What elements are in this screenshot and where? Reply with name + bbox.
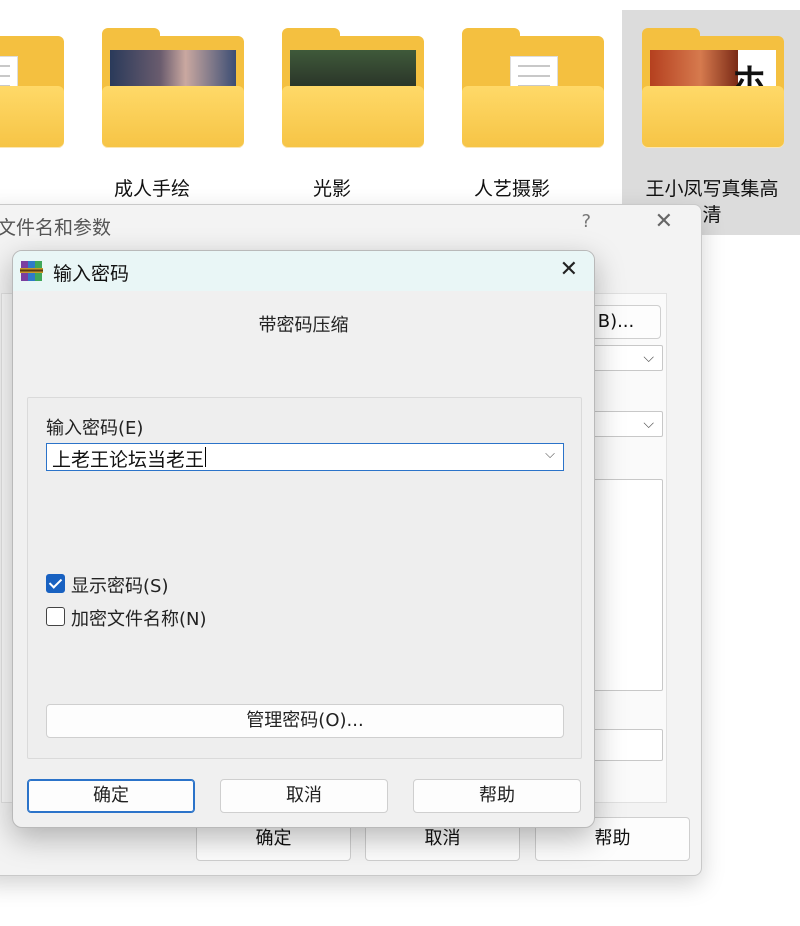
password-group: 输入密码(E) 上老王论坛当老王 ⌵ 显示密码(S) 加密文件名称(N) 管理密… bbox=[27, 397, 582, 759]
folder-item-selected[interactable]: ホ 王小凤写真集高 清 bbox=[622, 10, 800, 235]
manage-passwords-button[interactable]: 管理密码(O)... bbox=[46, 704, 564, 738]
dialog-title: 文件名和参数 bbox=[0, 217, 112, 239]
chevron-down-icon: ⌵ bbox=[643, 350, 654, 366]
encrypt-filenames-checkbox[interactable] bbox=[46, 607, 65, 626]
cancel-button[interactable]: 取消 bbox=[220, 779, 388, 813]
folder-icon bbox=[462, 28, 604, 148]
close-icon[interactable]: ✕ bbox=[560, 257, 578, 282]
show-password-checkbox[interactable] bbox=[46, 574, 65, 593]
folder-item-art-photography[interactable]: 人艺摄影 bbox=[422, 10, 604, 235]
chevron-down-icon[interactable]: ⌵ bbox=[545, 447, 555, 462]
chevron-down-icon: ⌵ bbox=[643, 416, 654, 432]
folder-icon: ホ bbox=[642, 28, 784, 148]
ok-button[interactable]: 确定 bbox=[27, 779, 195, 813]
show-password-label: 显示密码(S) bbox=[71, 576, 169, 597]
folder-label: 阿 bbox=[0, 176, 62, 202]
dialog-titlebar: 输入密码 ✕ bbox=[13, 251, 594, 291]
text-caret bbox=[205, 447, 206, 467]
close-icon[interactable]: ✕ bbox=[655, 209, 673, 234]
winrar-books-icon bbox=[20, 261, 43, 281]
folder-icon bbox=[282, 28, 424, 148]
folder-label: 成人手绘 bbox=[113, 178, 190, 200]
encrypt-filenames-label: 加密文件名称(N) bbox=[71, 609, 207, 630]
password-label: 输入密码(E) bbox=[46, 418, 144, 439]
dialog-title: 输入密码 bbox=[53, 263, 130, 285]
help-icon[interactable]: ? bbox=[581, 211, 591, 232]
folder-item-a[interactable]: 阿 bbox=[0, 10, 64, 235]
desktop-stage: 阿 成人手绘 光影 人艺摄影 ホ bbox=[0, 0, 800, 926]
password-input[interactable]: 上老王论坛当老王 ⌵ bbox=[46, 443, 564, 471]
help-button[interactable]: 帮助 bbox=[413, 779, 581, 813]
folder-item-adult-handdrawn[interactable]: 成人手绘 bbox=[62, 10, 244, 235]
folder-icon bbox=[0, 36, 64, 148]
password-value: 上老王论坛当老王 bbox=[52, 449, 205, 471]
enter-password-dialog: 输入密码 ✕ 带密码压缩 输入密码(E) 上老王论坛当老王 ⌵ 显示密码(S) … bbox=[12, 250, 595, 828]
folder-label: 人艺摄影 bbox=[473, 178, 550, 200]
dialog-subtitle: 带密码压缩 bbox=[258, 315, 349, 336]
folder-label: 光影 bbox=[312, 178, 351, 200]
folder-icon bbox=[102, 28, 244, 148]
folder-item-light-shadow[interactable]: 光影 bbox=[242, 10, 424, 235]
